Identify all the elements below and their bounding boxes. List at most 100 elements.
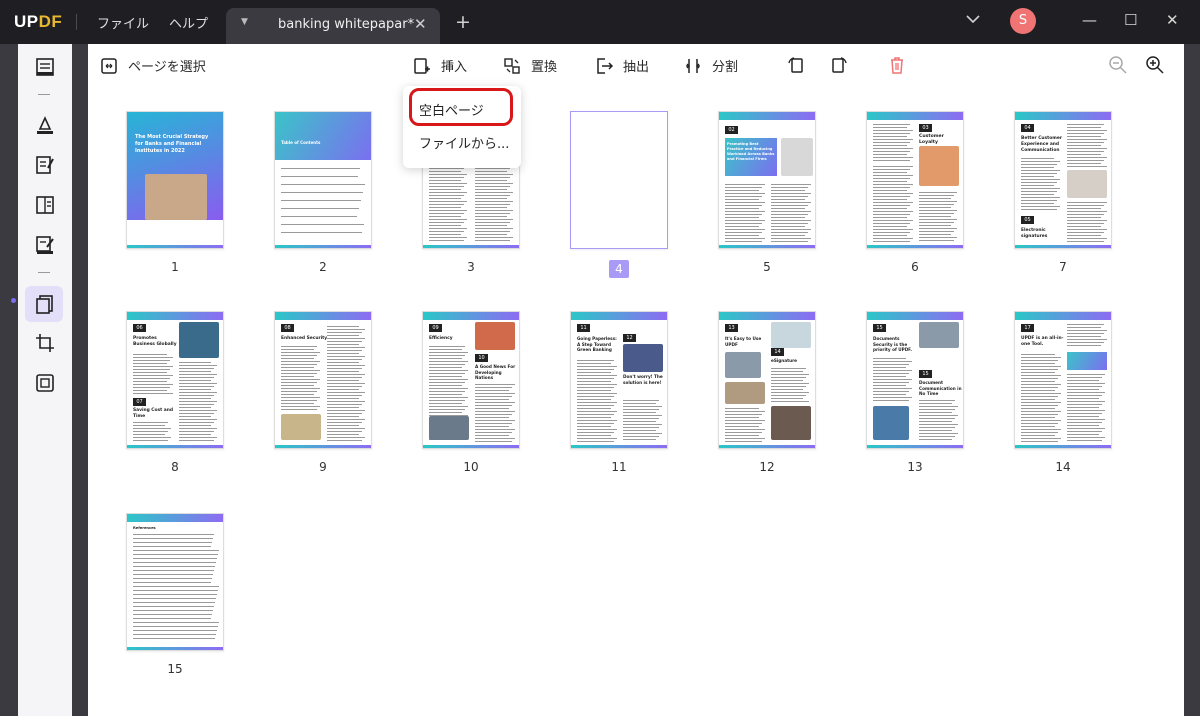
page-footer-bar <box>127 245 223 248</box>
maximize-icon[interactable]: ☐ <box>1124 11 1137 29</box>
page-organizer: ページを選択 挿入 置換 抽出 分割 The Most Crucial Stra… <box>88 44 1184 716</box>
page-number-label: 8 <box>171 460 179 474</box>
page-thumbnail[interactable]: 02 Promoting Best Practice and Reducing W… <box>718 111 816 249</box>
page-thumbnail[interactable]: 08 Enhanced Security <box>274 311 372 449</box>
thumb-heading: UPDF is an all-in-one Tool. <box>1021 336 1064 347</box>
page-footer-bar <box>719 445 815 448</box>
page-thumbnail[interactable]: 13 It's Easy to Use UPDF 14 eSignature <box>718 311 816 449</box>
zoom-out-icon[interactable] <box>1108 55 1128 75</box>
thumb-heading: Promoting Best Practice and Reducing Wor… <box>727 142 775 162</box>
page-thumbnail[interactable]: 17 UPDF is an all-in-one Tool. <box>1014 311 1112 449</box>
tab-dropdown-icon[interactable]: ▼ <box>241 17 248 27</box>
page-number: 1 <box>126 260 224 274</box>
page-thumbnail[interactable]: The Most Crucial Strategy for Banks and … <box>126 111 224 249</box>
split-icon <box>686 58 700 73</box>
form-icon[interactable] <box>34 194 56 216</box>
insert-button[interactable]: 挿入 <box>413 56 467 75</box>
select-pages-button[interactable]: ページを選択 <box>100 56 206 75</box>
comment-icon[interactable] <box>34 114 56 136</box>
rotate-right-icon[interactable] <box>829 55 849 75</box>
minimize-icon[interactable]: — <box>1082 11 1097 29</box>
insert-label: 挿入 <box>441 60 468 75</box>
title-bar: UPDF ファイル ヘルプ ▼ banking whitepapar* ✕ + … <box>0 0 1200 44</box>
reader-icon[interactable] <box>34 56 56 78</box>
close-tab-icon[interactable]: ✕ <box>414 15 427 33</box>
page-number-label: 3 <box>467 260 475 274</box>
section-badge: 14 <box>771 348 784 356</box>
section-badge: 15 <box>873 324 886 332</box>
ocr-icon[interactable] <box>34 372 56 394</box>
page-number: 13 <box>866 460 964 474</box>
cover-title: The Most Crucial Strategy for Banks and … <box>135 134 209 154</box>
page-thumbnail[interactable] <box>570 111 668 249</box>
page-footer-bar <box>127 647 223 650</box>
section-badge: 04 <box>1021 124 1034 132</box>
right-frame <box>1184 44 1200 716</box>
section-badge: 13 <box>725 324 738 332</box>
thumb-heading: Don't worry! The solution is here! <box>623 374 663 385</box>
page-thumbnail[interactable]: 04 Better Customer Experience and Communi… <box>1014 111 1112 249</box>
page-footer-bar <box>1015 245 1111 248</box>
thumb-heading: Table of Contents <box>281 140 321 145</box>
thumb-heading: Efficiency <box>429 336 453 341</box>
page-number: 11 <box>570 460 668 474</box>
page-number: 10 <box>422 460 520 474</box>
menu-file[interactable]: ファイル <box>97 13 149 32</box>
page-header-bar <box>571 312 667 320</box>
highlight-annotation <box>409 88 513 126</box>
section-badge: 17 <box>1021 324 1034 332</box>
page-number-label: 9 <box>319 460 327 474</box>
thumb-photo <box>281 414 321 440</box>
page-number: 14 <box>1014 460 1112 474</box>
page-thumbnail[interactable]: 03 Customer Loyalty <box>866 111 964 249</box>
page-header-bar <box>867 312 963 320</box>
page-footer-bar <box>423 445 519 448</box>
collapse-handle[interactable] <box>11 298 16 303</box>
page-thumbnail[interactable]: 15 Documents Security is the priority of … <box>866 311 964 449</box>
chevron-down-icon[interactable] <box>966 13 980 27</box>
zoom-in-icon[interactable] <box>1145 55 1165 75</box>
page-thumbnail[interactable]: References <box>126 513 224 651</box>
replace-button[interactable]: 置換 <box>503 56 557 75</box>
page-number-label: 1 <box>171 260 179 274</box>
avatar[interactable]: S <box>1010 8 1036 34</box>
thumb-heading: eSignature <box>771 358 797 363</box>
page-number-label: 5 <box>763 260 771 274</box>
section-badge: 05 <box>1021 216 1034 224</box>
page-header-bar <box>719 312 815 320</box>
close-window-icon[interactable]: ✕ <box>1166 11 1179 29</box>
new-tab-icon[interactable]: + <box>455 11 471 33</box>
thumb-banner <box>1067 352 1107 370</box>
thumb-photo <box>771 406 811 440</box>
organize-pages-icon[interactable] <box>34 293 56 315</box>
fill-sign-icon[interactable] <box>34 234 56 256</box>
page-thumbnail[interactable]: 09 Efficiency 10 A Good News For Developing… <box>422 311 520 449</box>
page-thumbnail[interactable]: Table of Contents <box>274 111 372 249</box>
page-thumbnail[interactable]: 06 Promotes Business Globally 07 Saving Cos… <box>126 311 224 449</box>
rotate-left-icon[interactable] <box>786 55 806 75</box>
split-button[interactable]: 分割 <box>684 56 738 75</box>
section-badge: 06 <box>133 324 146 332</box>
section-badge: 15 <box>919 370 932 378</box>
extract-button[interactable]: 抽出 <box>595 56 649 75</box>
edit-pdf-icon[interactable] <box>34 154 56 176</box>
delete-icon[interactable] <box>887 55 907 75</box>
divider <box>38 272 50 273</box>
menu-item-from-file[interactable]: ファイルから... <box>419 133 509 152</box>
divider <box>76 14 77 30</box>
page-number: 7 <box>1014 260 1112 274</box>
crop-icon[interactable] <box>34 332 56 354</box>
updf-logo[interactable]: UPDF <box>14 12 62 32</box>
section-badge: 03 <box>919 124 932 132</box>
section-badge: 08 <box>281 324 294 332</box>
section-badge: 09 <box>429 324 442 332</box>
page-number: 6 <box>866 260 964 274</box>
page-thumbnail[interactable]: 11 Going Paperless: A Step Toward Green B… <box>570 311 668 449</box>
page-number: 5 <box>718 260 816 274</box>
thumb-photo <box>475 322 515 350</box>
menu-help[interactable]: ヘルプ <box>169 13 208 32</box>
document-tab[interactable]: ▼ banking whitepapar* ✕ <box>226 8 440 44</box>
page-number: 3 <box>422 260 520 274</box>
page-number-label: 15 <box>167 662 183 676</box>
page-number-label: 14 <box>1055 460 1071 474</box>
